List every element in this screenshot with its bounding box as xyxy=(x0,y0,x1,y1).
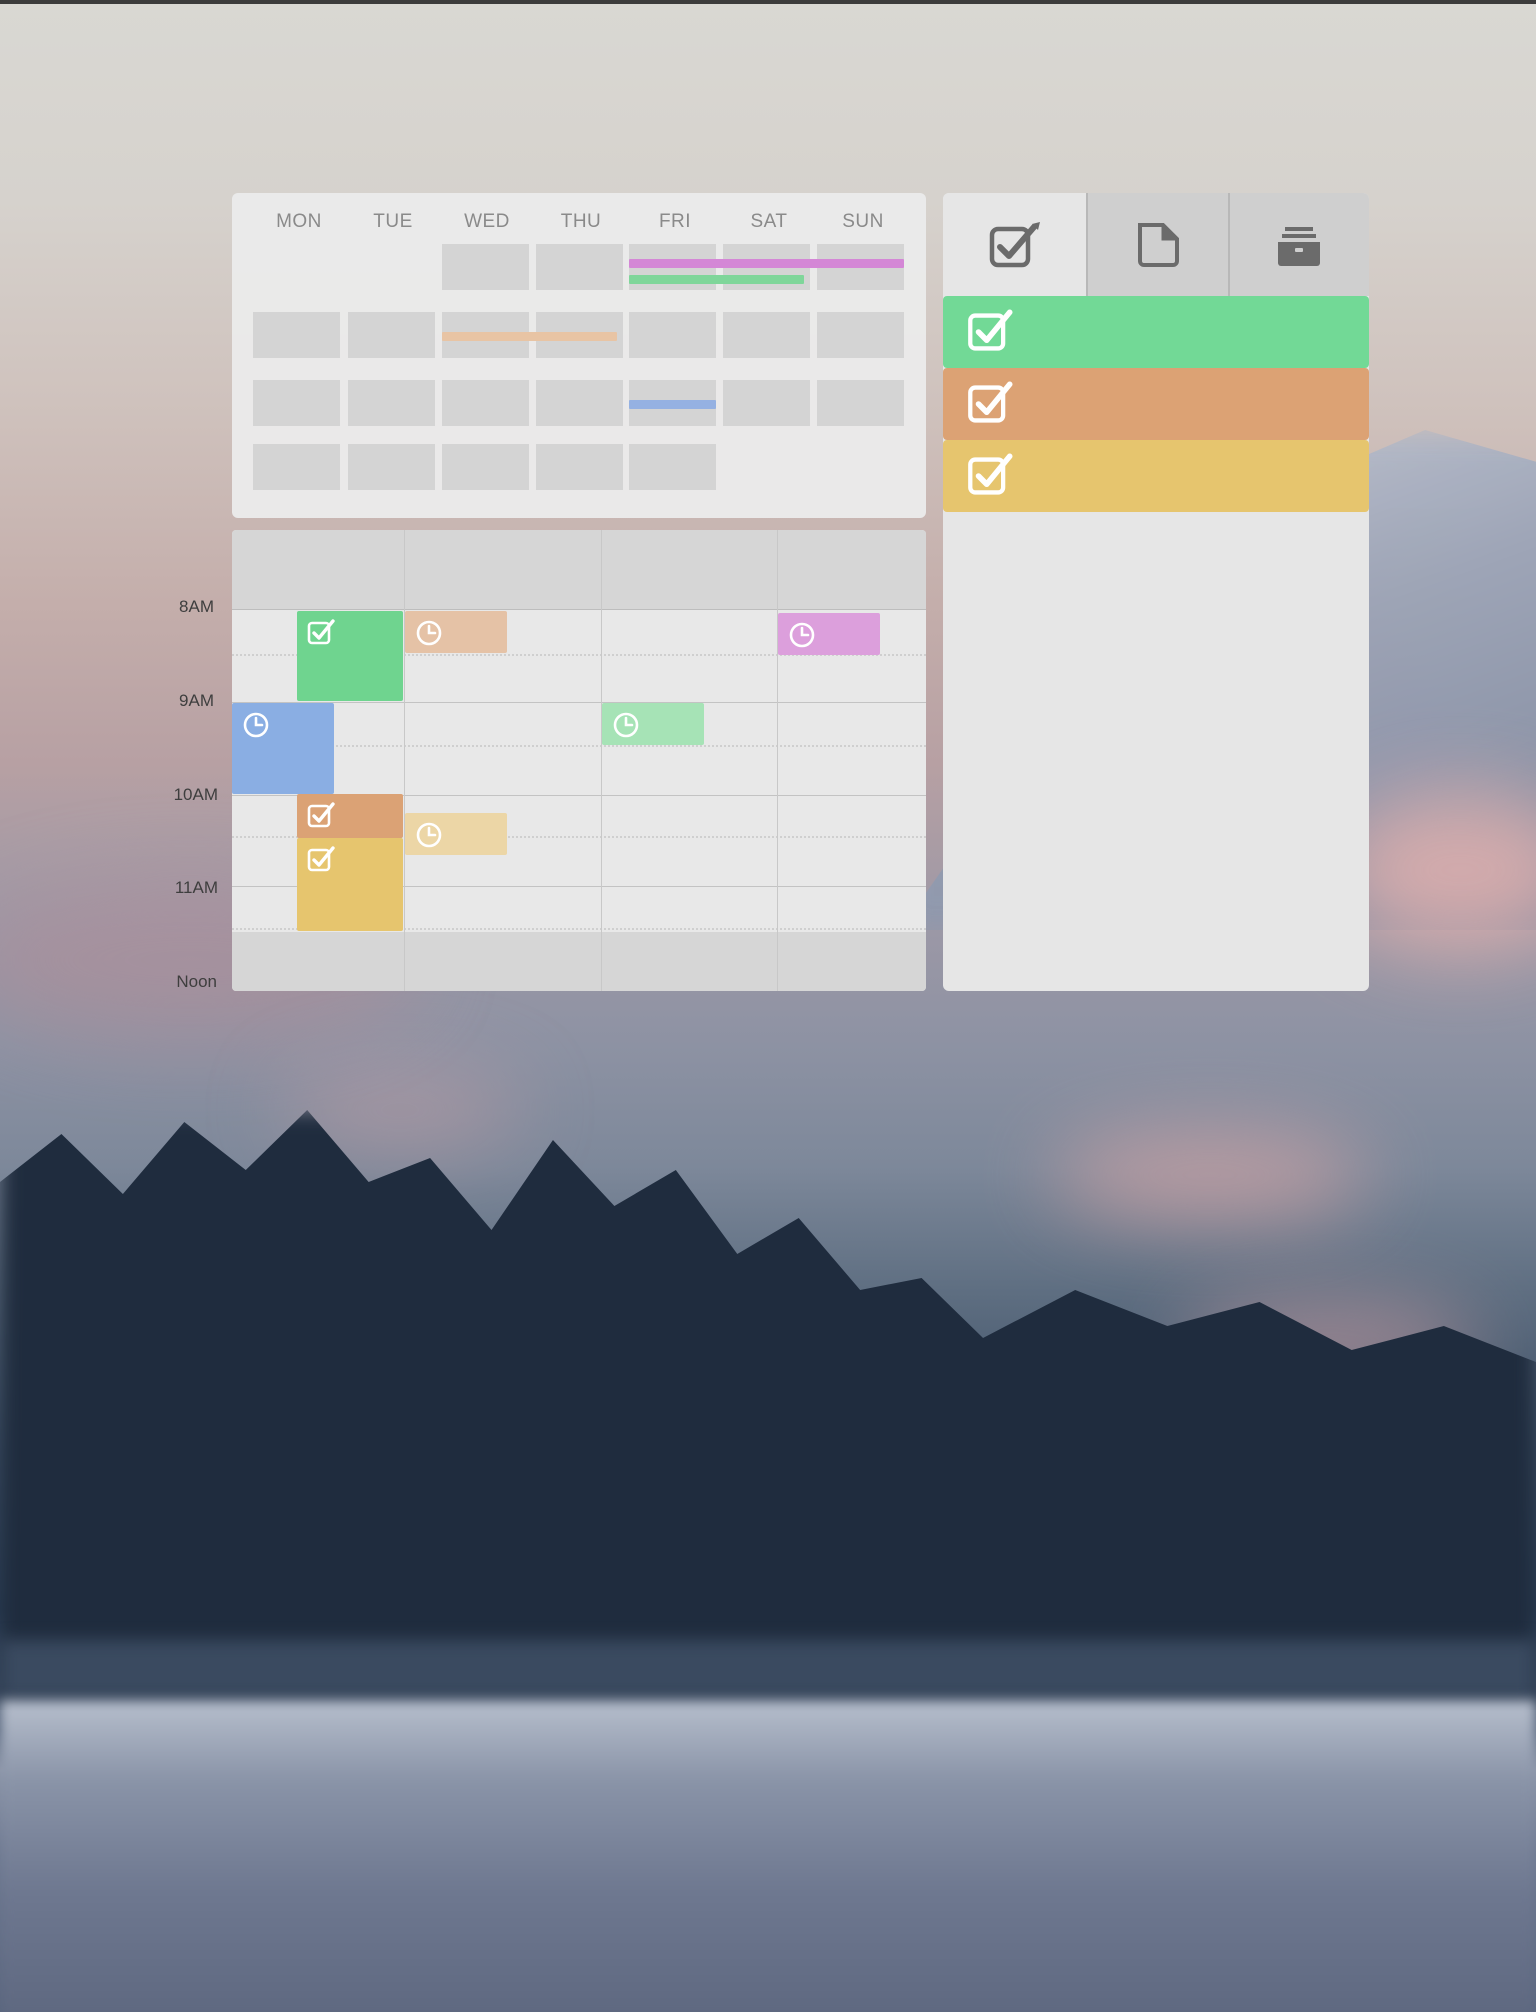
month-day-cell[interactable] xyxy=(253,380,340,426)
task-list-item[interactable] xyxy=(943,368,1369,440)
hour-label: 10AM xyxy=(173,785,218,804)
month-span-event[interactable] xyxy=(629,259,904,268)
month-day-cell[interactable] xyxy=(817,380,904,426)
wallpaper-cloud xyxy=(1050,1130,1370,1220)
weekday-fri: FRI xyxy=(658,211,692,232)
task-list-item[interactable] xyxy=(943,440,1369,512)
hour-gridline xyxy=(232,702,926,703)
task-checkbox[interactable] xyxy=(967,453,1015,499)
weekday-thu: THU xyxy=(560,211,602,232)
archive-icon xyxy=(1278,226,1321,266)
weekday-sun: SUN xyxy=(842,211,884,232)
month-day-cell[interactable] xyxy=(629,444,716,490)
appointment-event[interactable] xyxy=(602,703,704,745)
clock-icon xyxy=(416,822,442,848)
appointment-event[interactable] xyxy=(405,611,507,653)
appointment-event[interactable] xyxy=(232,703,334,794)
month-day-cell[interactable] xyxy=(536,444,623,490)
month-day-cell[interactable] xyxy=(442,380,529,426)
column-divider xyxy=(777,530,778,991)
task-checkbox[interactable] xyxy=(967,309,1015,355)
clock-icon xyxy=(416,620,442,646)
month-calendar: MON TUE WED THU FRI SAT SUN xyxy=(232,193,926,518)
checkbox-icon xyxy=(307,619,335,645)
column-divider xyxy=(404,530,405,991)
month-day-cell[interactable] xyxy=(817,312,904,358)
task-tabbar xyxy=(943,193,1369,296)
month-span-event[interactable] xyxy=(629,275,804,284)
task-panel xyxy=(943,193,1369,991)
month-day-cell[interactable] xyxy=(723,380,810,426)
week-footer xyxy=(232,932,926,991)
month-day-cell[interactable] xyxy=(348,312,435,358)
week-allday-header xyxy=(232,530,926,610)
task-event[interactable] xyxy=(297,794,403,838)
note-icon xyxy=(1138,222,1179,267)
month-day-cell[interactable] xyxy=(253,444,340,490)
weekday-mon: MON xyxy=(276,211,322,232)
weekday-header: MON TUE WED THU FRI SAT SUN xyxy=(252,211,912,237)
clock-icon xyxy=(789,622,815,648)
month-day-cell[interactable] xyxy=(723,312,810,358)
task-checkbox[interactable] xyxy=(967,381,1015,427)
hour-label: 9AM xyxy=(179,691,214,710)
month-day-cell[interactable] xyxy=(629,312,716,358)
checkbox-icon xyxy=(307,802,335,828)
column-divider xyxy=(601,530,602,991)
weekday-sat: SAT xyxy=(750,211,788,232)
half-hour-gridline xyxy=(232,745,926,747)
clock-icon xyxy=(613,712,639,738)
window-top-edge xyxy=(0,0,1536,4)
checkbox-icon xyxy=(307,846,335,872)
tab-tasks[interactable] xyxy=(943,193,1087,296)
month-day-cell[interactable] xyxy=(442,444,529,490)
checkbox-icon xyxy=(968,381,1013,423)
week-schedule xyxy=(232,530,926,991)
hour-label: 11AM xyxy=(174,878,218,897)
tab-archive[interactable] xyxy=(1227,193,1369,296)
tab-notes[interactable] xyxy=(1086,193,1228,296)
checkbox-edit-icon xyxy=(989,221,1040,267)
month-day-cell[interactable] xyxy=(348,444,435,490)
weekday-wed: WED xyxy=(464,211,510,232)
wallpaper-shore xyxy=(0,1640,1536,1700)
month-day-cell[interactable] xyxy=(348,380,435,426)
hour-label: Noon xyxy=(176,972,217,991)
clock-icon xyxy=(243,712,269,738)
appointment-event[interactable] xyxy=(405,813,507,855)
weekday-tue: TUE xyxy=(373,211,413,232)
task-event[interactable] xyxy=(297,611,403,701)
month-day-cell[interactable] xyxy=(536,380,623,426)
month-day-cell[interactable] xyxy=(442,244,529,290)
month-day-cell[interactable] xyxy=(536,244,623,290)
task-list-item[interactable] xyxy=(943,296,1369,368)
month-span-event[interactable] xyxy=(629,400,716,409)
appointment-event[interactable] xyxy=(778,613,880,655)
hour-label: 8AM xyxy=(179,597,214,616)
month-day-cell[interactable] xyxy=(253,312,340,358)
month-span-event[interactable] xyxy=(442,332,617,341)
checkbox-icon xyxy=(968,453,1013,495)
checkbox-icon xyxy=(968,309,1013,351)
task-event[interactable] xyxy=(297,838,403,931)
wallpaper-water xyxy=(0,1700,1536,2012)
